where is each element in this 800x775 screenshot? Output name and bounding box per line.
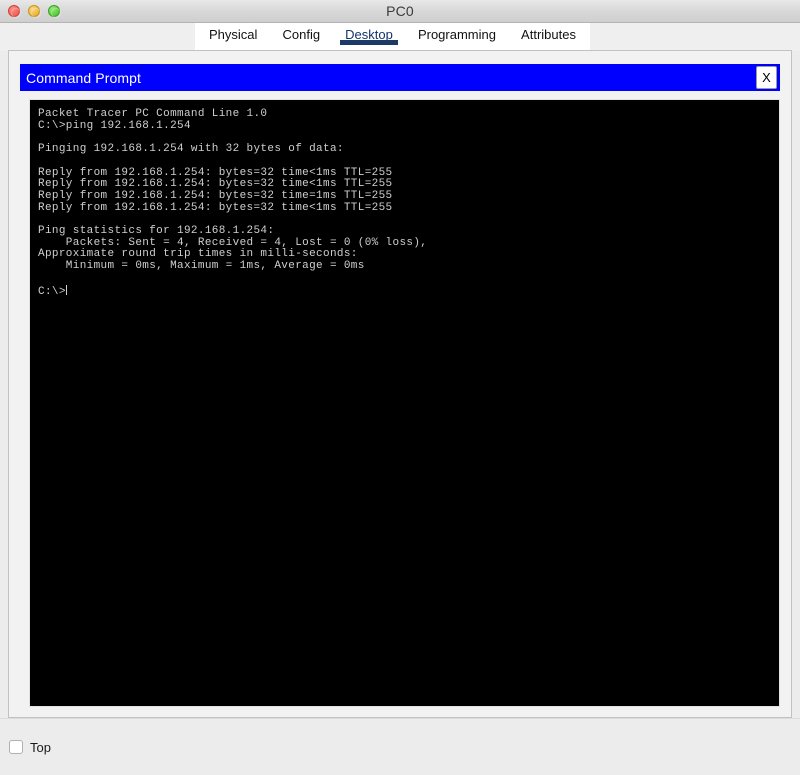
terminal-text: Packet Tracer PC Command Line 1.0 C:\>pi…: [38, 108, 428, 298]
top-checkbox-label: Top: [30, 739, 51, 755]
tab-config[interactable]: Config: [278, 23, 326, 42]
top-checkbox[interactable]: [9, 740, 23, 754]
tab-programming[interactable]: Programming: [413, 23, 501, 42]
tabstrip-area: Physical Config Desktop Programming Attr…: [0, 23, 800, 51]
terminal-cursor: [65, 284, 67, 295]
terminal-output-area[interactable]: Packet Tracer PC Command Line 1.0 C:\>pi…: [29, 99, 780, 707]
command-prompt-title: Command Prompt: [26, 69, 141, 86]
command-prompt-titlebar: Command Prompt X: [20, 64, 780, 91]
window-title: PC0: [386, 3, 414, 19]
close-icon[interactable]: X: [756, 66, 777, 89]
top-checkbox-row[interactable]: Top: [9, 740, 51, 755]
command-prompt-window: Command Prompt X Packet Tracer PC Comman…: [20, 64, 780, 707]
tab-desktop[interactable]: Desktop: [340, 23, 398, 45]
desktop-content-panel: Command Prompt X Packet Tracer PC Comman…: [8, 50, 792, 718]
tab-physical[interactable]: Physical: [204, 23, 262, 42]
window-titlebar: PC0: [0, 0, 800, 23]
bottom-bar: Top: [0, 718, 800, 775]
tab-attributes[interactable]: Attributes: [516, 23, 581, 42]
tabstrip: Physical Config Desktop Programming Attr…: [195, 23, 590, 51]
